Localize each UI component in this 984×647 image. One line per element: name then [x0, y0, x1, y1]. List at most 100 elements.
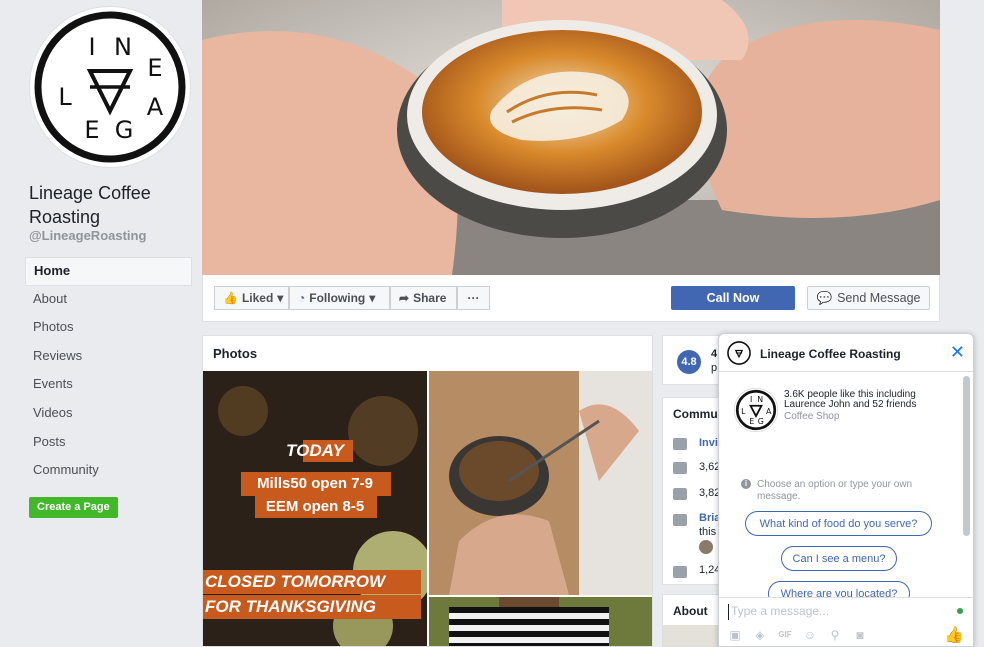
nav-item-videos[interactable]: Videos	[25, 400, 192, 429]
left-column: I N E L A E G Lineage Coffee Roasting @L…	[0, 0, 200, 647]
rating-snip2: p	[711, 362, 718, 374]
liked-button[interactable]: 👍 Liked ▾	[214, 286, 289, 310]
community-card: Commu Invi 3,62 3,82 Bria this 1,24	[662, 397, 722, 585]
promo-line-eem: EEM open 8-5	[265, 498, 365, 515]
share-button[interactable]: ➦ Share	[390, 286, 457, 310]
svg-text:G: G	[115, 116, 134, 144]
svg-text:L: L	[58, 83, 72, 111]
quick-reply-menu[interactable]: Can I see a menu?	[781, 546, 897, 571]
caret-down-icon: ▾	[369, 291, 376, 305]
page-title[interactable]: Lineage Coffee Roasting	[29, 181, 199, 229]
image-icon[interactable]: ▣	[728, 628, 742, 642]
nav-item-about[interactable]: About	[25, 286, 192, 315]
community-title: Commu	[673, 407, 718, 421]
cover-photo[interactable]	[202, 0, 940, 275]
promo-line-thanksgiving: FOR THANKSGIVING	[205, 597, 376, 616]
messenger-icon: 💬	[816, 290, 833, 305]
nav-item-photos[interactable]: Photos	[25, 314, 192, 343]
profile-avatar[interactable]: I N E L A E G	[29, 6, 191, 168]
page-action-bar: 👍 Liked ▾ ◔ Following ▾ ➦ Share ··· Call…	[202, 275, 940, 322]
map-thumbnail[interactable]	[663, 625, 721, 646]
thumbs-up-send-icon[interactable]: 👍	[944, 625, 964, 645]
svg-text:E: E	[84, 116, 99, 144]
info-icon: i	[741, 479, 751, 489]
chat-avatar	[727, 341, 751, 365]
invite-icon	[673, 438, 687, 450]
person-stripes-image	[429, 597, 652, 646]
svg-text:G: G	[758, 417, 764, 426]
photo-person[interactable]	[429, 597, 652, 646]
left-nav: Home About Photos Reviews Events Videos …	[25, 257, 192, 486]
chat-input-area: Type a message... ▣ ◈ GIF ☺ ⚲ ◙ 👍	[719, 597, 973, 646]
checkins-icon	[673, 566, 687, 578]
nav-item-home[interactable]: Home	[25, 257, 192, 286]
photo-coffee-spoon[interactable]	[429, 371, 652, 595]
attachment-icon[interactable]: ⚲	[828, 628, 842, 642]
follows-icon	[673, 488, 687, 500]
rss-icon: ◔	[298, 291, 306, 305]
friend-text: this	[699, 526, 717, 538]
likes-icon	[673, 462, 687, 474]
rating-badge: 4.8	[677, 350, 701, 374]
camera-icon[interactable]: ◙	[853, 628, 867, 642]
nav-item-reviews[interactable]: Reviews	[25, 343, 192, 372]
chat-body: INLAEG 3.6K people like this including L…	[719, 373, 963, 597]
quick-reply-location[interactable]: Where are you located?	[768, 581, 910, 597]
thumbs-up-icon: 👍	[223, 291, 238, 305]
chat-header[interactable]: Lineage Coffee Roasting ✕	[719, 334, 973, 372]
caret-down-icon: ▾	[277, 291, 284, 305]
following-label: Following	[309, 291, 366, 305]
online-dot	[957, 608, 963, 614]
chat-title: Lineage Coffee Roasting	[760, 347, 901, 361]
about-card: About	[662, 594, 722, 647]
chat-prompt-line-1: Choose an option or type your own	[757, 479, 913, 490]
quick-reply-food[interactable]: What kind of food do you serve?	[745, 511, 932, 536]
svg-text:E: E	[749, 417, 754, 426]
nav-item-community[interactable]: Community	[25, 457, 192, 486]
message-input[interactable]: Type a message...	[728, 604, 829, 620]
svg-text:I: I	[750, 395, 752, 404]
page-handle[interactable]: @LineageRoasting	[29, 228, 146, 243]
sticker-icon[interactable]: ◈	[753, 628, 767, 642]
chat-likes-line-2: Laurence John and 52 friends	[784, 399, 917, 410]
svg-text:N: N	[114, 33, 132, 61]
photos-title[interactable]: Photos	[213, 346, 257, 361]
call-now-button[interactable]: Call Now	[671, 286, 795, 310]
svg-text:L: L	[741, 407, 746, 416]
promo-line-today: TODAY	[286, 441, 344, 460]
svg-text:A: A	[147, 93, 164, 121]
send-message-button[interactable]: 💬 Send Message	[807, 286, 930, 310]
nav-item-posts[interactable]: Posts	[25, 429, 192, 458]
svg-text:I: I	[88, 33, 95, 61]
create-page-button[interactable]: Create a Page	[29, 497, 118, 518]
promo-line-closed: CLOSED TOMORROW	[205, 572, 386, 591]
gif-icon[interactable]: GIF	[778, 628, 792, 642]
following-button[interactable]: ◔ Following ▾	[289, 286, 390, 310]
send-message-label: Send Message	[837, 291, 921, 305]
more-options-button[interactable]: ···	[457, 286, 490, 310]
friends-icon	[673, 514, 687, 526]
chat-prompt-line-2: message.	[757, 491, 801, 502]
lineage-logo: I N E L A E G	[34, 11, 186, 163]
rating-card[interactable]: 4.8 4 p	[662, 335, 722, 385]
messenger-chat-window: Lineage Coffee Roasting ✕ INLAEG 3.6K pe…	[718, 333, 974, 647]
close-icon[interactable]: ✕	[950, 343, 965, 361]
rating-snip: 4	[711, 348, 718, 360]
share-arrow-icon: ➦	[399, 291, 410, 305]
promo-line-mills: Mills50 open 7-9	[257, 475, 373, 492]
facebook-page: I N E L A E G Lineage Coffee Roasting @L…	[0, 0, 984, 647]
chat-category: Coffee Shop	[784, 411, 840, 422]
friend-avatar[interactable]	[699, 540, 713, 554]
nav-item-events[interactable]: Events	[25, 371, 192, 400]
liked-label: Liked	[241, 291, 274, 305]
photos-section: Photos TODAY Mills50 open 7-9 EEM open 8…	[202, 335, 653, 647]
invite-link[interactable]: Invi	[699, 437, 718, 449]
chat-scrollbar[interactable]	[963, 376, 970, 536]
chat-page-avatar: I N L A E G	[733, 387, 779, 433]
about-title: About	[673, 604, 708, 618]
coffee-spoon-image	[429, 371, 652, 595]
more-icon: ···	[467, 291, 480, 305]
photo-promo[interactable]: TODAY Mills50 open 7-9 EEM open 8-5 CLOS…	[203, 371, 427, 646]
share-label: Share	[413, 291, 447, 305]
emoji-icon[interactable]: ☺	[803, 628, 817, 642]
